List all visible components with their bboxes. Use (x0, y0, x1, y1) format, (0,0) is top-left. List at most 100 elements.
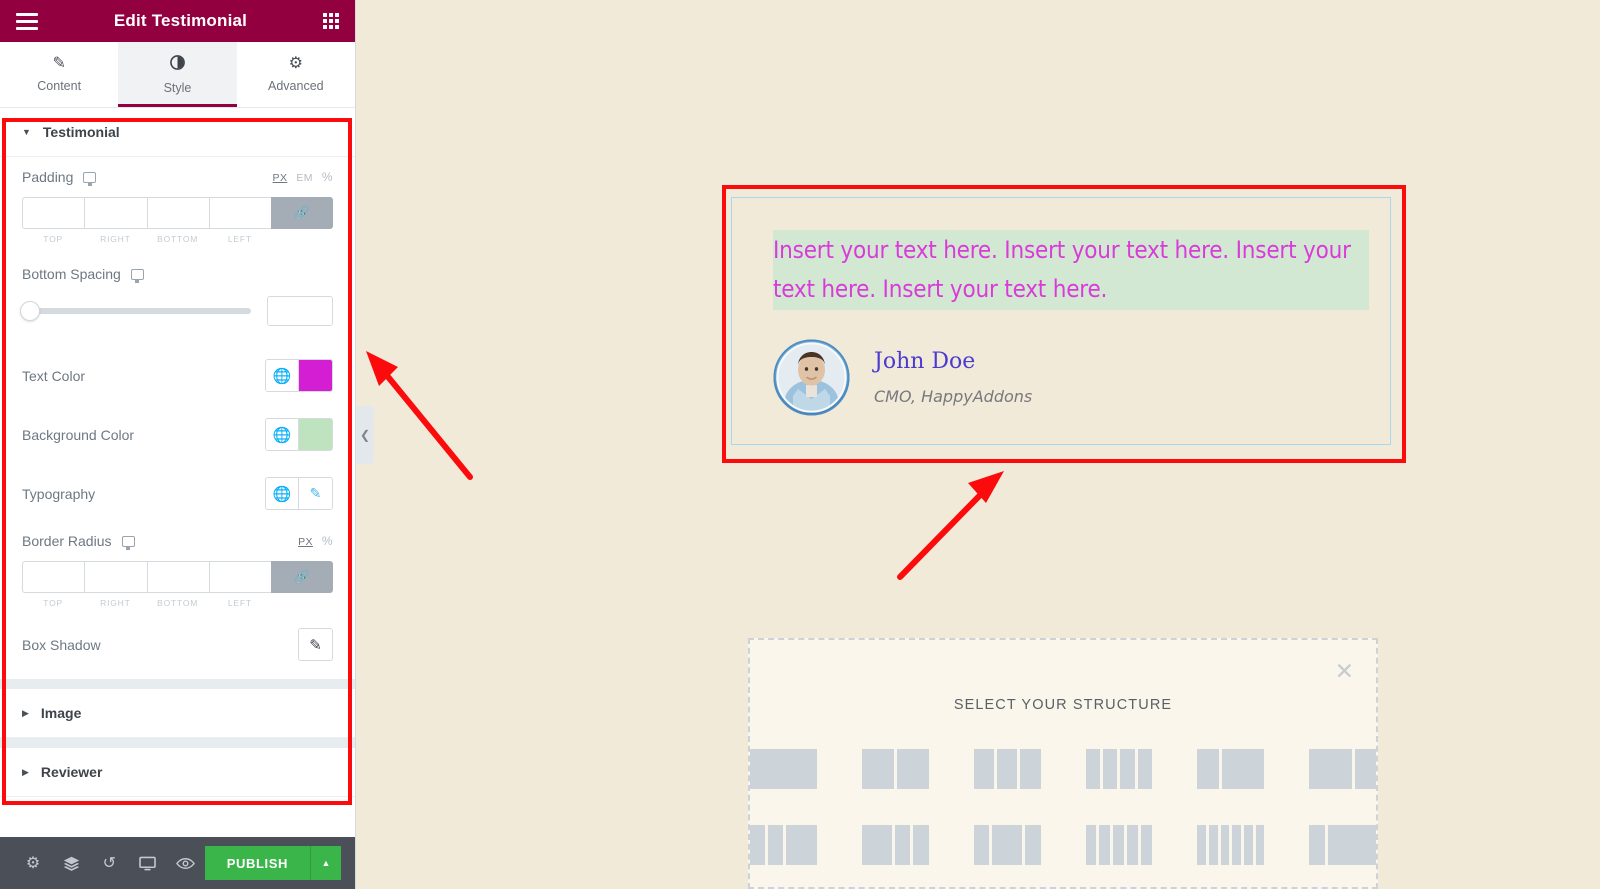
control-typography: Typography 🌐 ✎ (0, 464, 355, 523)
reviewer-name[interactable]: John Doe (874, 349, 1032, 375)
padding-right-cell: RIGHT (84, 197, 147, 244)
structure-preset-1-4[interactable] (1197, 825, 1265, 865)
globe-icon[interactable]: 🌐 (266, 360, 299, 391)
structure-column (1328, 825, 1376, 865)
structure-column (1099, 825, 1111, 865)
border-radius-unit-px[interactable]: PX (298, 536, 313, 548)
grid-icon[interactable] (322, 13, 339, 29)
section-divider (0, 738, 355, 748)
control-bottom-spacing-label: Bottom Spacing (22, 266, 121, 282)
publish-options-chevron-up-icon[interactable]: ▲ (310, 846, 341, 880)
testimonial-widget[interactable]: Insert your text here. Insert your text … (731, 197, 1391, 445)
preview-eye-icon[interactable] (167, 837, 205, 889)
structure-preset-0-1[interactable] (861, 749, 929, 789)
structure-preset-0-4[interactable] (1197, 749, 1265, 789)
structure-column (1113, 825, 1125, 865)
typography-edit-pencil-icon[interactable]: ✎ (299, 478, 332, 509)
control-text-color-label: Text Color (22, 367, 86, 384)
background-color-swatch[interactable] (299, 419, 332, 450)
padding-unit-px[interactable]: PX (273, 172, 288, 184)
border-radius-unit-percent[interactable]: % (322, 534, 333, 548)
padding-left-input[interactable] (208, 197, 271, 229)
layers-icon[interactable] (52, 837, 90, 889)
close-icon[interactable]: ✕ (1335, 660, 1354, 683)
padding-top-label: TOP (43, 234, 63, 244)
structure-preset-1-2[interactable] (973, 825, 1041, 865)
structure-preset-0-3[interactable] (1085, 749, 1153, 789)
structure-picker-title: SELECT YOUR STRUCTURE (953, 697, 1173, 713)
structure-column (895, 825, 911, 865)
padding-left-label: LEFT (227, 234, 252, 244)
structure-column (1120, 749, 1135, 789)
structure-column (1309, 825, 1326, 865)
tab-style[interactable]: Style (118, 42, 237, 107)
hamburger-icon[interactable] (16, 12, 38, 30)
globe-icon[interactable]: 🌐 (266, 419, 299, 450)
desktop-icon[interactable] (130, 268, 144, 283)
structure-column (1220, 825, 1230, 865)
structure-preset-0-5[interactable] (1309, 749, 1376, 789)
border-radius-link-icon[interactable]: 🔗 (271, 561, 333, 593)
padding-right-input[interactable] (84, 197, 147, 229)
bottom-spacing-slider-handle[interactable] (20, 301, 40, 321)
publish-button[interactable]: PUBLISH (204, 846, 310, 880)
structure-column (1354, 749, 1376, 789)
structure-column (1020, 749, 1041, 789)
border-radius-right-label: RIGHT (100, 598, 131, 608)
contrast-icon (170, 54, 185, 74)
structure-preset-0-0[interactable] (750, 749, 817, 789)
padding-top-input[interactable] (22, 197, 85, 229)
elementor-panel: Edit Testimonial ✎ Content Style ⚙ Advan… (0, 0, 356, 889)
border-radius-bottom-input[interactable] (146, 561, 209, 593)
text-color-swatch[interactable] (299, 360, 332, 391)
globe-icon[interactable]: 🌐 (266, 478, 299, 509)
tab-advanced[interactable]: ⚙ Advanced (237, 42, 355, 107)
section-reviewer-header[interactable]: ▶ Reviewer (0, 748, 355, 797)
section-testimonial-header[interactable]: ▼ Testimonial (0, 108, 355, 157)
box-shadow-edit-pencil-icon[interactable]: ✎ (298, 628, 333, 661)
editor-root: Edit Testimonial ✎ Content Style ⚙ Advan… (0, 0, 1600, 889)
bottom-spacing-input[interactable] (267, 296, 333, 326)
tab-content[interactable]: ✎ Content (0, 42, 118, 107)
caret-down-icon: ▼ (22, 127, 31, 137)
structure-column (973, 749, 994, 789)
section-image-header[interactable]: ▶ Image (0, 689, 355, 738)
editor-canvas: Insert your text here. Insert your text … (356, 0, 1600, 889)
panel-content: ▼ Testimonial Padding PX EM % TOP RIGHT … (0, 108, 355, 837)
border-radius-bottom-cell: BOTTOM (146, 561, 209, 608)
padding-unit-em[interactable]: EM (296, 172, 313, 184)
border-radius-unit-switcher: PX % (298, 534, 333, 548)
padding-link-icon[interactable]: 🔗 (271, 197, 333, 229)
desktop-icon[interactable] (83, 171, 97, 186)
structure-column (1197, 749, 1219, 789)
structure-preset-0-2[interactable] (973, 749, 1041, 789)
desktop-icon[interactable] (121, 535, 135, 550)
border-radius-top-input[interactable] (22, 561, 85, 593)
border-radius-right-input[interactable] (84, 561, 147, 593)
avatar (773, 339, 850, 416)
responsive-icon[interactable] (128, 837, 166, 889)
structure-preset-1-3[interactable] (1085, 825, 1153, 865)
gear-icon[interactable]: ⚙ (14, 837, 52, 889)
structure-preset-1-1[interactable] (861, 825, 929, 865)
padding-bottom-input[interactable] (146, 197, 209, 229)
tab-style-label: Style (163, 80, 192, 95)
caret-right-icon: ▶ (22, 707, 29, 718)
control-box-shadow: Box Shadow ✎ (0, 614, 355, 679)
padding-unit-switcher: PX EM % (273, 170, 333, 184)
structure-preset-1-0[interactable] (750, 825, 817, 865)
border-radius-left-input[interactable] (208, 561, 271, 593)
testimonial-quote[interactable]: Insert your text here. Insert your text … (773, 230, 1369, 310)
section-testimonial-title: Testimonial (42, 124, 120, 140)
panel-collapse-handle[interactable]: ❮ (356, 406, 374, 464)
padding-unit-percent[interactable]: % (322, 170, 333, 184)
structure-row (750, 825, 1376, 865)
structure-picker: ✕ SELECT YOUR STRUCTURE (748, 638, 1378, 889)
border-radius-left-cell: LEFT (208, 561, 271, 608)
history-icon[interactable]: ↺ (90, 837, 128, 889)
padding-bottom-cell: BOTTOM (146, 197, 209, 244)
padding-top-cell: TOP (22, 197, 85, 244)
reviewer-role[interactable]: CMO, HappyAddons (874, 387, 1032, 406)
bottom-spacing-slider[interactable] (20, 301, 251, 321)
structure-preset-1-5[interactable] (1309, 825, 1376, 865)
